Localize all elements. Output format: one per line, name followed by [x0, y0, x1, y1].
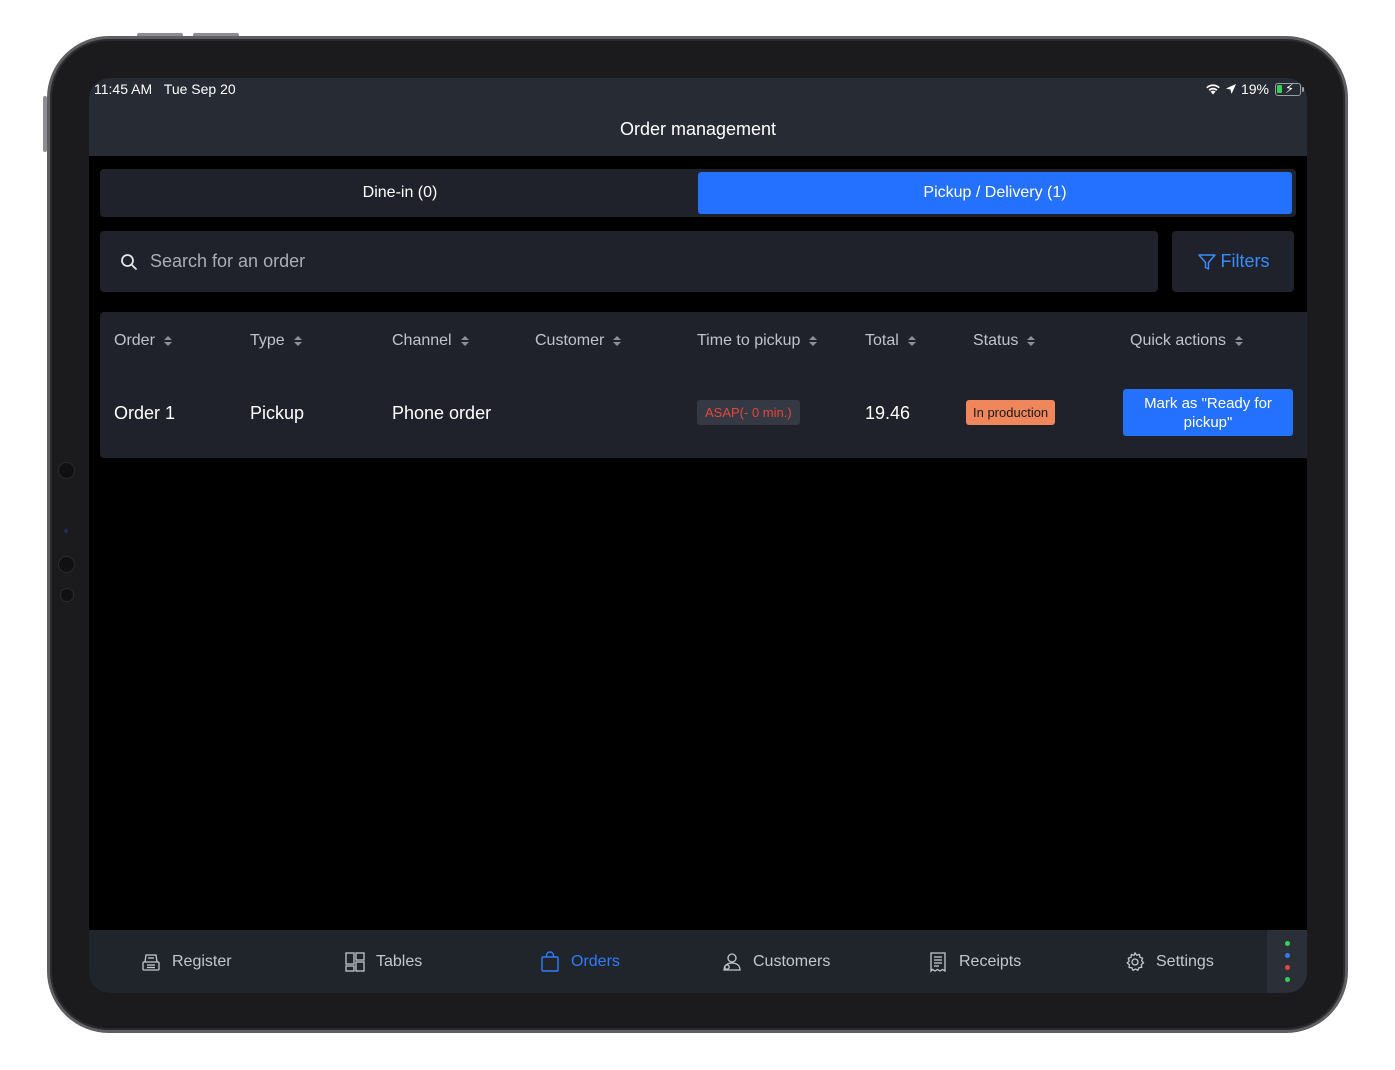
tab-receipts[interactable]: Receipts: [927, 930, 1021, 993]
page-title: Order management: [619, 119, 777, 139]
camera-lens: [64, 529, 68, 533]
camera-dot: [58, 462, 75, 479]
tab-label: Register: [172, 952, 232, 970]
cell-order: Order 1: [114, 403, 176, 423]
tab-tables[interactable]: Tables: [344, 930, 422, 993]
bottom-tab-bar: Register Tables Orders Customers Receipt…: [89, 930, 1307, 993]
column-label: Status: [973, 332, 1019, 349]
wifi-icon: [1206, 84, 1220, 95]
filters-button[interactable]: Filters: [1172, 231, 1294, 292]
search-bar: [100, 231, 1158, 292]
column-header-total[interactable]: Total: [865, 332, 916, 350]
tab-dine-in[interactable]: Dine-in (0): [103, 172, 697, 214]
column-header-customer[interactable]: Customer: [535, 332, 622, 350]
sort-icon: [460, 336, 469, 346]
time-text: 11:45 AM: [94, 81, 153, 97]
app-screen: 11:45 AM Tue Sep 20 19% ⚡ Order manageme…: [89, 78, 1307, 993]
navigation-header: 11:45 AM Tue Sep 20 19% ⚡ Order manageme…: [89, 78, 1307, 156]
cell-channel: Phone order: [392, 403, 492, 423]
column-label: Time to pickup: [697, 332, 801, 349]
dot: [1284, 941, 1290, 946]
dot: [1284, 953, 1290, 958]
search-icon: [121, 253, 137, 270]
column-header-time-to-pickup[interactable]: Time to pickup: [697, 332, 818, 350]
sort-icon: [613, 336, 622, 346]
location-arrow-icon: [1225, 84, 1236, 94]
tab-label: Orders: [571, 952, 620, 970]
column-header-channel[interactable]: Channel: [392, 332, 469, 350]
column-label: Order: [114, 332, 155, 349]
filters-label: Filters: [1220, 251, 1270, 271]
column-header-order[interactable]: Order: [114, 332, 172, 350]
tab-register[interactable]: Register: [140, 930, 232, 993]
sensor-dot: [58, 556, 75, 573]
orders-table: Order Type Channel Customer Time to pick…: [100, 312, 1307, 458]
mark-ready-for-pickup-button[interactable]: Mark as "Ready for pickup": [1123, 389, 1293, 436]
status-indicators: 19% ⚡: [1205, 81, 1304, 97]
tab-orders[interactable]: Orders: [539, 930, 620, 993]
tab-label: Customers: [753, 952, 831, 970]
dot: [1284, 977, 1290, 982]
tab-label: Receipts: [959, 952, 1022, 970]
more-dots-icon[interactable]: [1267, 930, 1307, 993]
cell-total: 19.46: [865, 403, 911, 423]
register-icon: [142, 953, 160, 971]
sort-icon: [1027, 336, 1036, 346]
dot: [1284, 965, 1290, 970]
battery-icon: ⚡: [1275, 81, 1304, 96]
tables-icon: [345, 951, 365, 972]
shopping-bag-icon: [541, 950, 559, 972]
sensor-dot-2: [60, 588, 74, 602]
column-label: Type: [250, 332, 285, 349]
sort-icon: [809, 336, 818, 346]
column-header-quick-actions[interactable]: Quick actions: [1130, 332, 1244, 350]
status-badge: In production: [966, 400, 1056, 425]
column-label: Customer: [535, 332, 605, 349]
time-to-pickup-badge: ASAP(- 0 min.): [697, 400, 800, 425]
customers-icon: [723, 952, 741, 971]
status-time: 11:45 AM Tue Sep 20: [94, 81, 236, 97]
tab-label: Settings: [1156, 952, 1214, 970]
tab-customers[interactable]: Customers: [721, 930, 830, 993]
tab-settings[interactable]: Settings: [1124, 930, 1214, 993]
column-label: Channel: [392, 332, 452, 349]
sort-icon: [293, 336, 302, 346]
tab-pickup-delivery[interactable]: Pickup / Delivery (1): [698, 172, 1292, 214]
gear-icon: [1126, 951, 1145, 971]
battery-percent: 19%: [1240, 81, 1269, 97]
sort-icon: [1235, 336, 1244, 346]
date-text: Tue Sep 20: [163, 81, 236, 97]
tab-label: Tables: [376, 952, 423, 970]
order-type-segmented-control: Dine-in (0) Pickup / Delivery (1): [100, 169, 1296, 217]
filter-icon: [1197, 253, 1216, 270]
sort-icon: [163, 336, 172, 346]
column-header-status[interactable]: Status: [973, 332, 1036, 350]
column-label: Quick actions: [1130, 332, 1227, 349]
column-header-type[interactable]: Type: [250, 332, 302, 350]
receipt-icon: [930, 951, 946, 973]
sort-icon: [907, 336, 916, 346]
column-label: Total: [865, 332, 899, 349]
cell-type: Pickup: [250, 403, 305, 423]
search-input[interactable]: [150, 251, 1050, 272]
